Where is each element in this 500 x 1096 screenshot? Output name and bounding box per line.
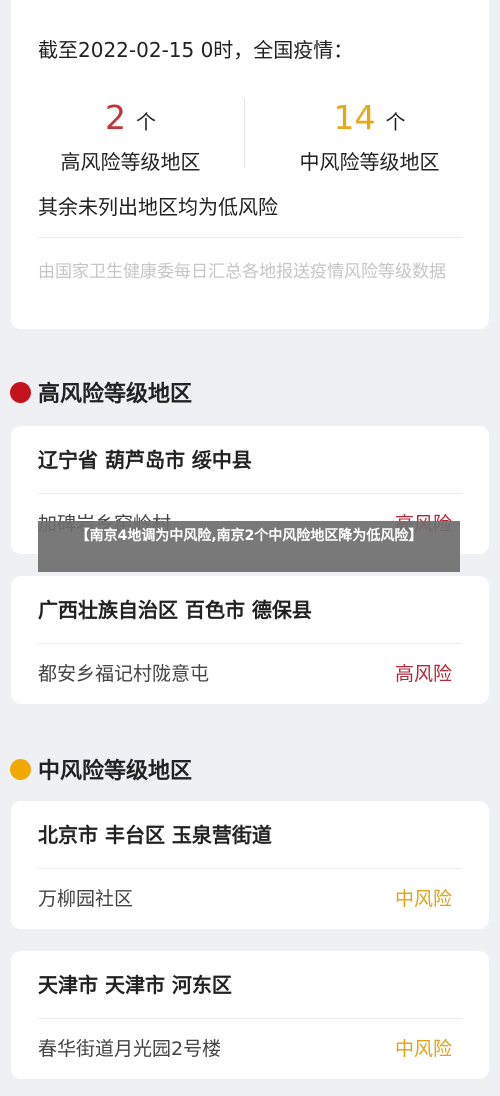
area-place: 都安乡福记村陇意屯	[38, 663, 210, 685]
area-card-high-2[interactable]: 广西壮族自治区 百色市 德保县 都安乡福记村陇意屯 高风险	[11, 576, 489, 704]
red-dot-icon	[10, 381, 31, 403]
area-card-medium-1[interactable]: 北京市 丰台区 玉泉营街道 万柳园社区 中风险	[11, 801, 489, 929]
area-place: 万柳园社区	[38, 888, 134, 910]
as-of-text: 截至2022-02-15 0时，全国疫情：	[38, 38, 354, 62]
medium-risk-unit: 个	[385, 110, 406, 134]
medium-risk-label: 中风险等级地区	[299, 150, 440, 174]
data-source-text: 由国家卫生健康委每日汇总各地报送疫情风险等级数据	[38, 262, 446, 282]
yellow-dot-icon	[10, 758, 31, 780]
area-place: 春华街道月光园2号楼	[38, 1038, 222, 1060]
area-title: 辽宁省 葫芦岛市 绥中县	[38, 448, 252, 472]
risk-level-badge: 高风险	[394, 663, 452, 685]
risk-counts: 2个 高风险等级地区 14 个 中风险等级地区	[11, 98, 489, 175]
summary-card: 截至2022-02-15 0时，全国疫情： 2个 高风险等级地区 14 个 中风险…	[11, 0, 489, 329]
high-risk-label: 高风险等级地区	[60, 150, 201, 174]
risk-level-badge: 中风险	[394, 1038, 452, 1060]
counts-divider	[244, 98, 245, 168]
area-divider	[38, 493, 462, 494]
others-low-risk-text: 其余未列出地区均为低风险	[38, 195, 278, 219]
section-title-high: 高风险等级地区	[38, 382, 193, 407]
section-title-medium: 中风险等级地区	[38, 759, 193, 784]
high-risk-count-block: 2个 高风险等级地区	[11, 98, 250, 175]
medium-risk-count: 14	[333, 98, 376, 137]
summary-divider	[38, 237, 462, 238]
high-risk-count: 2	[105, 98, 126, 137]
area-divider	[38, 643, 462, 644]
area-card-medium-2[interactable]: 天津市 天津市 河东区 春华街道月光园2号楼 中风险	[11, 951, 489, 1079]
area-divider	[38, 868, 462, 869]
area-title: 广西壮族自治区 百色市 德保县	[38, 598, 312, 622]
area-divider	[38, 1018, 462, 1019]
risk-level-badge: 中风险	[394, 888, 452, 910]
medium-risk-section-header: 中风险等级地区	[10, 753, 192, 785]
headline-banner: 【南京4地调为中风险,南京2个中风险地区降为低风险】	[38, 521, 460, 572]
area-title: 北京市 丰台区 玉泉营街道	[38, 823, 272, 847]
area-title: 天津市 天津市 河东区	[38, 973, 232, 997]
medium-risk-count-block: 14 个 中风险等级地区	[250, 98, 489, 175]
high-risk-section-header: 高风险等级地区	[10, 376, 192, 408]
high-risk-unit: 个	[136, 110, 156, 134]
